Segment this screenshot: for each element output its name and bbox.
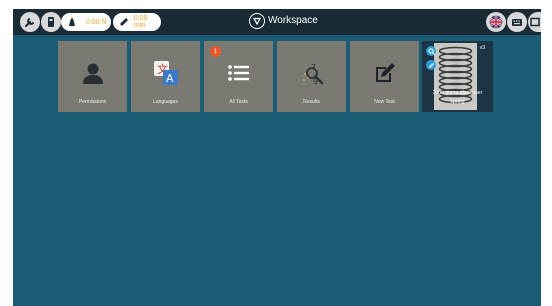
window-icon bbox=[529, 17, 540, 27]
tile-new-test[interactable]: New Test bbox=[350, 41, 419, 112]
tile-label: Languages bbox=[153, 99, 178, 105]
edit-icon bbox=[350, 56, 419, 90]
tile-label: All Tests bbox=[229, 99, 248, 105]
tile-permissions[interactable]: Permissions bbox=[58, 41, 127, 112]
version-counter: v3 bbox=[479, 45, 485, 51]
tile-languages[interactable]: 文 A Languages bbox=[131, 41, 200, 112]
top-bar: 0.00 N 0.00 mm Workspace bbox=[13, 9, 541, 35]
page-title: Workspace bbox=[268, 15, 318, 26]
wrench-icon bbox=[25, 18, 34, 27]
pencil-icon bbox=[428, 62, 434, 68]
product-card[interactable]: v3 2 cm pump dispenser spring bbox=[422, 41, 493, 112]
tile-label: Results bbox=[303, 99, 320, 105]
device-icon bbox=[48, 17, 54, 27]
keyboard-button[interactable] bbox=[507, 12, 527, 32]
product-label-line2: spring bbox=[450, 98, 465, 105]
translate-icon: 文 A bbox=[131, 56, 200, 90]
force-value: 0.00 N bbox=[86, 18, 107, 26]
product-label: 2 cm pump dispenser spring bbox=[422, 89, 493, 106]
tile-results[interactable]: 7 9 Results bbox=[277, 41, 346, 112]
search-icon bbox=[428, 48, 435, 55]
distance-readout: 0.00 mm bbox=[113, 13, 161, 31]
device-button[interactable] bbox=[41, 12, 61, 32]
logo-icon bbox=[249, 13, 265, 29]
product-label-line1: 2 cm pump dispenser bbox=[432, 90, 483, 96]
window-button[interactable] bbox=[528, 12, 541, 32]
language-flag-button[interactable] bbox=[486, 12, 506, 32]
tools-button[interactable] bbox=[20, 12, 40, 32]
edit-product-button[interactable] bbox=[426, 60, 436, 70]
flag-icon bbox=[489, 15, 503, 29]
tile-label: New Test bbox=[374, 99, 395, 105]
keyboard-icon bbox=[512, 19, 522, 26]
user-icon bbox=[58, 56, 127, 90]
force-readout: 0.00 N bbox=[61, 13, 111, 31]
list-icon bbox=[204, 56, 273, 90]
svg-text:A: A bbox=[166, 72, 174, 85]
tile-all-tests[interactable]: 1 All Tests bbox=[204, 41, 273, 112]
distance-value: 0.00 mm bbox=[133, 15, 148, 29]
weight-icon bbox=[66, 16, 78, 28]
search-button[interactable] bbox=[426, 46, 436, 56]
ruler-icon bbox=[118, 16, 130, 28]
tile-label: Permissions bbox=[78, 99, 107, 105]
app-window: 0.00 N 0.00 mm Workspace Permissions 文 A… bbox=[13, 9, 541, 306]
results-icon: 7 9 bbox=[277, 56, 346, 90]
